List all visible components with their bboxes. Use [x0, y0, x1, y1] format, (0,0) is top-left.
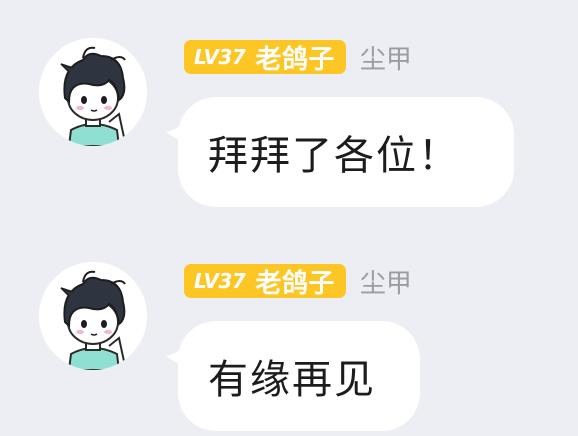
user-title: 尘甲 [359, 268, 412, 299]
message-text: 有缘再见 [208, 357, 376, 403]
nickname: 老鸽子 [255, 44, 335, 75]
chat-message: LV37 老鸽子 尘甲 有缘再见 [0, 224, 578, 431]
level-label: LV37 [194, 45, 246, 69]
avatar[interactable] [39, 38, 147, 146]
user-title: 尘甲 [359, 44, 412, 75]
chat-message-list: LV37 老鸽子 尘甲 拜拜了各位！ LV37 老鸽子 尘甲 有缘再见 [0, 0, 578, 436]
level-badge[interactable]: LV37 老鸽子 [184, 40, 346, 75]
sender-info: LV37 老鸽子 尘甲 [184, 40, 412, 75]
sender-info: LV37 老鸽子 尘甲 [184, 264, 412, 299]
avatar[interactable] [39, 262, 147, 370]
level-label: LV37 [194, 269, 246, 293]
cartoon-boy-avatar-icon [39, 262, 147, 370]
message-bubble[interactable]: 拜拜了各位！ [178, 97, 514, 207]
level-badge[interactable]: LV37 老鸽子 [184, 264, 346, 299]
message-bubble[interactable]: 有缘再见 [178, 321, 420, 431]
message-text: 拜拜了各位！ [208, 133, 460, 179]
chat-message: LV37 老鸽子 尘甲 拜拜了各位！ [0, 0, 578, 207]
cartoon-boy-avatar-icon [39, 38, 147, 146]
nickname: 老鸽子 [255, 268, 335, 299]
